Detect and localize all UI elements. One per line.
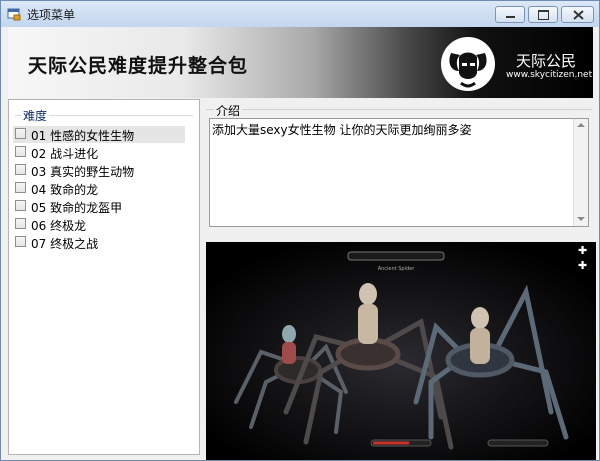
hud-compass-bar [347,251,445,261]
option-label: 04 致命的龙 [31,183,99,197]
preview-scene: Ancient Spider ✚ ✚ [206,242,596,460]
hud-plus-icon: ✚ [578,244,587,257]
minimize-button[interactable] [495,6,525,23]
difficulty-panel: 难度 01 性感的女性生物 02 战斗进化 03 真实的野生动物 04 致命的龙… [8,99,200,455]
option-checkbox[interactable] [15,182,26,193]
close-icon [573,10,584,20]
difficulty-option[interactable]: 06 终极龙 [13,216,185,233]
horned-helmet-logo-icon [441,37,495,91]
title-bar[interactable]: 选项菜单 [1,1,599,27]
maximize-icon [538,10,549,20]
option-label: 02 战斗进化 [31,147,99,161]
intro-textbox[interactable]: 添加大量sexy女性生物 让你的天际更加绚丽多姿 [209,118,589,227]
intro-text: 添加大量sexy女性生物 让你的天际更加绚丽多姿 [212,123,472,137]
intro-scrollbar[interactable] [573,119,588,226]
main-window: 选项菜单 天际公民难度提升整合包 天际公民 www.skycitizen.net [0,0,600,461]
difficulty-option[interactable]: 02 战斗进化 [13,144,185,161]
option-label: 07 终极之战 [31,237,99,251]
banner-title: 天际公民难度提升整合包 [28,55,249,77]
option-checkbox[interactable] [15,164,26,175]
hud-target-label: Ancient Spider [378,266,416,272]
option-label: 01 性感的女性生物 [31,129,135,143]
difficulty-option[interactable]: 07 终极之战 [13,234,185,251]
difficulty-option[interactable]: 03 真实的野生动物 [13,162,185,179]
difficulty-option[interactable]: 04 致命的龙 [13,180,185,197]
intro-group-title: 介绍 [214,102,243,119]
difficulty-option[interactable]: 01 性感的女性生物 [13,126,185,143]
option-checkbox[interactable] [15,128,26,139]
scroll-up-icon[interactable] [577,123,585,127]
minimize-icon [506,16,515,18]
window-title: 选项菜单 [27,8,76,22]
brand-url: www.skycitizen.net [506,70,593,80]
difficulty-group-title: 难度 [21,107,50,124]
header-banner: 天际公民难度提升整合包 天际公民 www.skycitizen.net [8,27,593,98]
scroll-down-icon[interactable] [577,217,585,221]
spider-creatures-preview-image: Ancient Spider ✚ ✚ [206,242,596,460]
option-checkbox[interactable] [15,218,26,229]
app-window-icon [7,8,21,21]
option-label: 05 致命的龙盔甲 [31,201,123,215]
difficulty-option[interactable]: 05 致命的龙盔甲 [13,198,185,215]
hud-plus-icon-2: ✚ [578,259,587,272]
option-label: 03 真实的野生动物 [31,165,135,179]
option-checkbox[interactable] [15,146,26,157]
option-checkbox[interactable] [15,200,26,211]
maximize-button[interactable] [528,6,558,23]
option-checkbox[interactable] [15,236,26,247]
hud-stamina-bar-frame [487,439,549,447]
option-label: 06 终极龙 [31,219,87,233]
close-button[interactable] [561,6,594,23]
brand-name: 天际公民 [516,52,577,70]
intro-divider [206,109,592,110]
hud-health-bar-fill [373,441,410,445]
